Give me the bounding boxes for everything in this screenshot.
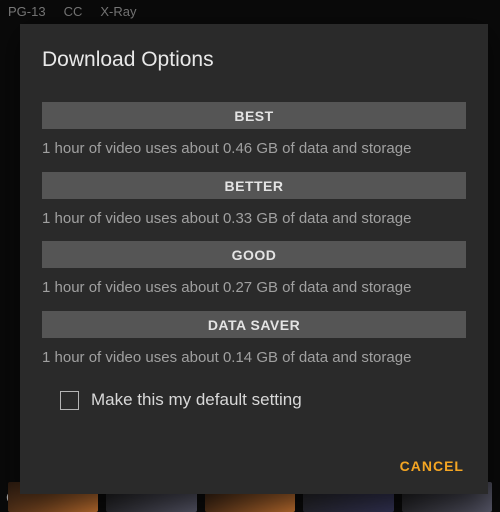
quality-description: 1 hour of video uses about 0.46 GB of da… [42,139,466,159]
download-options-modal: Download Options BEST 1 hour of video us… [20,24,488,494]
quality-description: 1 hour of video uses about 0.33 GB of da… [42,209,466,229]
default-checkbox-label: Make this my default setting [91,390,302,410]
modal-title: Download Options [42,48,466,72]
quality-options-list: BEST 1 hour of video uses about 0.46 GB … [42,102,466,380]
quality-button-better[interactable]: BETTER [42,172,466,199]
content-metadata-row: PG-13 CC X-Ray [0,0,500,23]
option-data-saver: DATA SAVER 1 hour of video uses about 0.… [42,311,466,368]
default-setting-row[interactable]: Make this my default setting [60,390,466,410]
option-best: BEST 1 hour of video uses about 0.46 GB … [42,102,466,159]
option-good: GOOD 1 hour of video uses about 0.27 GB … [42,241,466,298]
cancel-button[interactable]: CANCEL [398,454,466,478]
quality-description: 1 hour of video uses about 0.14 GB of da… [42,348,466,368]
rating-badge: PG-13 [8,4,46,19]
xray-badge: X-Ray [100,4,136,19]
quality-button-data-saver[interactable]: DATA SAVER [42,311,466,338]
quality-button-best[interactable]: BEST [42,102,466,129]
modal-footer: CANCEL [42,434,466,478]
quality-description: 1 hour of video uses about 0.27 GB of da… [42,278,466,298]
quality-button-good[interactable]: GOOD [42,241,466,268]
cc-badge: CC [64,4,83,19]
default-checkbox[interactable] [60,391,79,410]
option-better: BETTER 1 hour of video uses about 0.33 G… [42,172,466,229]
